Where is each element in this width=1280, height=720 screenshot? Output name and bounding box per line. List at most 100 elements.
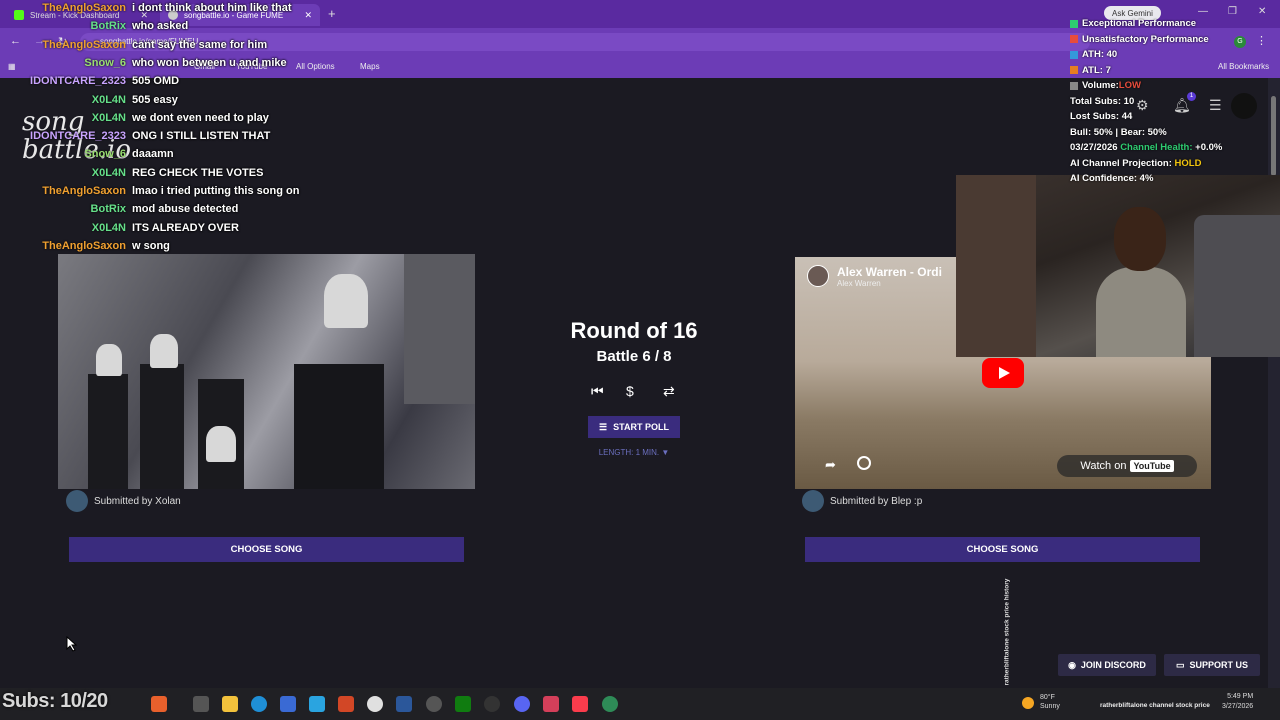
length-selector[interactable]: LENGTH: 1 MIN. ▼ <box>583 448 685 457</box>
submitted-by-label: Submitted by Xolan <box>94 495 181 507</box>
app-icon[interactable] <box>484 696 500 712</box>
chat-icon: ▭ <box>1175 659 1185 670</box>
windows-taskbar <box>0 688 1280 720</box>
stat-color-square-icon <box>1070 35 1078 44</box>
chat-text: daaamn <box>132 148 174 161</box>
chrome-active-icon[interactable] <box>602 696 618 712</box>
chat-message: TheAngloSaxon lmao i tried putting this s… <box>0 184 299 200</box>
file-explorer-icon[interactable] <box>222 696 238 712</box>
chat-text: ONG I STILL LISTEN THAT <box>132 130 271 143</box>
chat-username[interactable]: Snow_6 <box>0 147 132 163</box>
app-icon[interactable] <box>309 696 325 712</box>
weather-condition: Sunny <box>1040 703 1060 710</box>
channel-avatar[interactable] <box>807 265 829 287</box>
chat-username[interactable]: X0L4N <box>0 166 132 182</box>
chat-username[interactable]: TheAngloSaxon <box>0 239 132 255</box>
watch-on-youtube-button[interactable]: Watch on YouTube <box>1057 455 1197 477</box>
chat-username[interactable]: IDONTCARE_2323 <box>0 74 132 90</box>
chat-text: 505 easy <box>132 93 178 106</box>
chat-username[interactable]: X0L4N <box>0 221 132 237</box>
chat-message: IDONTCARE_2323 505 OMD <box>0 74 179 90</box>
stat-color-square-icon <box>1070 50 1078 59</box>
channel-name: Alex Warren <box>837 279 881 288</box>
stat-extra: LOW <box>1118 80 1141 92</box>
app-icon[interactable] <box>543 696 559 712</box>
discord-taskbar-icon[interactable] <box>514 696 530 712</box>
clock-time: 5:49 PM <box>1227 693 1254 700</box>
chat-username[interactable]: TheAngloSaxon <box>0 184 132 200</box>
round-title: Round of 16 <box>570 318 698 343</box>
stat-text: Exceptional Performance <box>1082 18 1197 30</box>
stat-text: ATH: 40 <box>1082 49 1118 61</box>
chat-text: 505 OMD <box>132 75 180 88</box>
choose-right-song-button[interactable]: CHOOSE SONG <box>805 537 1200 562</box>
share-icon[interactable]: ➦ <box>825 457 836 473</box>
list-icon: ☰ <box>599 421 608 432</box>
chat-message: TheAngloSaxon i dont think about him like… <box>0 1 292 17</box>
app-icon[interactable] <box>426 696 442 712</box>
chat-username[interactable]: IDONTCARE_2323 <box>0 129 132 145</box>
music-icon[interactable] <box>572 696 588 712</box>
task-view-icon[interactable] <box>193 696 209 712</box>
submitted-by-label: Submitted by Blep :p <box>830 495 923 507</box>
word-icon[interactable] <box>396 696 412 712</box>
edge-icon[interactable] <box>251 696 267 712</box>
figure <box>140 364 184 489</box>
head <box>1114 207 1166 271</box>
poster <box>404 254 475 404</box>
figure-mask <box>206 426 236 462</box>
app-icon[interactable] <box>151 696 167 712</box>
streamer <box>1096 207 1186 357</box>
chrome-icon[interactable] <box>367 696 383 712</box>
submitter-avatar <box>66 490 88 512</box>
chat-text: we dont even need to play <box>132 111 269 124</box>
stat-line: ATH: 40 <box>1070 47 1270 63</box>
join-discord-label: JOIN DISCORD <box>1080 660 1146 670</box>
scrollbar-thumb[interactable] <box>1271 96 1276 176</box>
chat-text: i dont think about him like that <box>132 2 292 14</box>
chat-username[interactable]: X0L4N <box>0 111 132 127</box>
bookmark-maps[interactable]: Maps <box>360 62 380 71</box>
battle-counter: Battle 6 / 8 <box>596 348 672 365</box>
chat-text: ITS ALREADY OVER <box>132 221 239 234</box>
system-clock[interactable]: 5:49 PM 3/27/2026 <box>1222 692 1253 712</box>
chat-username[interactable]: TheAngloSaxon <box>0 1 132 17</box>
projection-value: HOLD <box>1174 157 1202 169</box>
chat-username[interactable]: BotRix <box>0 202 132 218</box>
join-discord-button[interactable]: ◉ JOIN DISCORD <box>1058 654 1156 676</box>
chat-text: cant say the same for him <box>132 38 268 51</box>
video-title[interactable]: Alex Warren - Ordi <box>837 265 942 279</box>
youtube-play-button[interactable] <box>982 358 1024 388</box>
chat-message: X0L4N 505 easy <box>0 93 178 109</box>
couch <box>1194 215 1280 357</box>
chat-message: X0L4N REG CHECK THE VOTES <box>0 166 264 182</box>
watch-on-label: Watch on <box>1080 460 1127 472</box>
xbox-icon[interactable] <box>455 696 471 712</box>
stat-color-square-icon <box>1070 66 1078 75</box>
chat-username[interactable]: BotRix <box>0 19 132 35</box>
left-song-video[interactable] <box>58 254 475 489</box>
battle-info: Round of 16 Battle 6 / 8 <box>534 318 734 365</box>
discord-icon: ◉ <box>1068 659 1076 670</box>
clock-date: 3/27/2026 <box>1222 703 1254 710</box>
chat-message: BotRix mod abuse detected <box>0 202 239 218</box>
support-us-button[interactable]: ▭ SUPPORT US <box>1164 654 1260 676</box>
channel-stats-overlay: Exceptional Performance Unsatisfactory Pe… <box>1070 16 1270 187</box>
watch-later-icon[interactable] <box>857 456 871 470</box>
temperature: 80°F <box>1040 694 1055 701</box>
projection-line: AI Channel Projection: HOLD <box>1070 156 1270 172</box>
projection-label: AI Channel Projection: <box>1070 157 1172 169</box>
money-icon[interactable]: $ <box>626 383 634 399</box>
chat-username[interactable]: Snow_6 <box>0 56 132 72</box>
previous-icon[interactable]: ⏮ <box>591 383 604 400</box>
powerpoint-icon[interactable] <box>338 696 354 712</box>
start-poll-button[interactable]: ☰ START POLL <box>588 416 680 438</box>
chat-username[interactable]: X0L4N <box>0 93 132 109</box>
shuffle-icon[interactable]: ⇄ <box>663 383 675 400</box>
stat-color-square-icon <box>1070 81 1078 90</box>
choose-left-song-button[interactable]: CHOOSE SONG <box>69 537 464 562</box>
chat-username[interactable]: TheAngloSaxon <box>0 38 132 54</box>
new-tab-button[interactable]: + <box>328 6 336 21</box>
store-icon[interactable] <box>280 696 296 712</box>
weather-widget[interactable]: 80°F Sunny <box>1040 693 1060 711</box>
